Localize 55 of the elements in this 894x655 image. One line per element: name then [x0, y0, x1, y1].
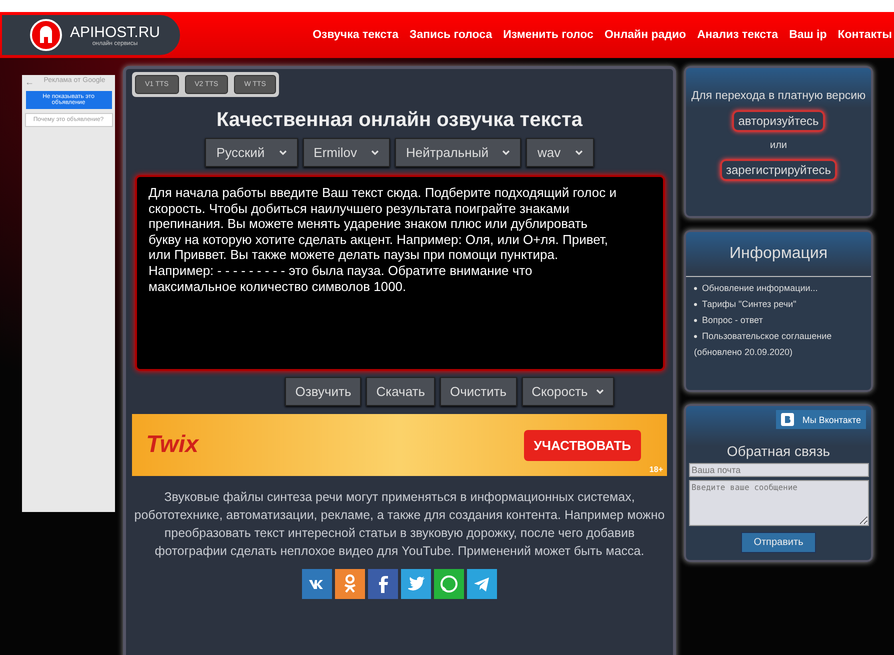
nav-link[interactable]: Запись голоса — [410, 29, 492, 41]
vk-share-icon[interactable] — [302, 568, 332, 598]
info-link[interactable]: Обновление информации... — [702, 283, 818, 293]
nav-link[interactable]: Онлайн радио — [604, 29, 686, 41]
brand-logo: Twix — [146, 431, 198, 459]
speed-dropdown[interactable]: Скорость — [522, 377, 614, 406]
action-button[interactable]: Скачать — [366, 377, 435, 406]
logo-text: APIHOST.RU — [70, 24, 160, 40]
bullet-icon — [694, 318, 697, 322]
nav-link[interactable]: Контакты — [838, 29, 892, 41]
dropdown[interactable]: wav — [526, 138, 594, 167]
nav-link[interactable]: Ваш ip — [789, 29, 827, 41]
participate-button[interactable]: УЧАСТВОВАТЬ — [524, 430, 641, 460]
text-input-field[interactable]: Для начала работы введите Ваш текст сюда. Подберите подходящий голос и скорость. Чтобы добиться наилучшего результата поиграйте знаками препинания. Вы можете менять ударение знаком плюс или дублировать букву на которую хотите сделать акцент. Например: Оля, или О+ля. Привет, или Приввет. Вы также можете делать паузы при помощи пунктира. Например: - - - - - - - - - это была пауза. Обратите внимание что максимальное количество символов 1000. — [134, 175, 664, 371]
chevron-icon — [502, 150, 510, 155]
info-link[interactable]: Вопрос - ответ — [702, 315, 763, 325]
twitter-share-icon[interactable] — [401, 568, 431, 598]
dropdown[interactable]: Нейтральный — [395, 138, 522, 167]
ok-share-icon[interactable] — [335, 568, 365, 598]
bullet-icon — [694, 334, 697, 338]
bullet-icon — [694, 302, 697, 306]
message-field[interactable]: Введите ваше сообщение — [688, 480, 868, 526]
nav-link[interactable]: Изменить голос — [503, 29, 594, 41]
dropdown[interactable]: Русский — [205, 138, 298, 167]
ad-banner[interactable]: Twix УЧАСТВОВАТЬ 18+ — [132, 414, 667, 476]
paid-version-text: Для перехода в платную версию — [691, 90, 866, 102]
send-button[interactable]: Отправить — [740, 532, 816, 553]
nav-link[interactable]: Анализ текста — [697, 29, 778, 41]
login-link[interactable]: авторизуйтесь — [732, 110, 825, 132]
dropdown[interactable]: Ermilov — [302, 138, 390, 167]
description-text: Звуковые файлы синтеза речи могут применяться в информационных системах, робототехнике, автоматизации, рекламе, а также для создания контента. Например можно преобразовать текст интересной статьи в звуковую дорожку, после чего добавив фотографии сделать неплохое видео для YouTube. Применений может быть масса. — [133, 489, 666, 560]
register-link[interactable]: зарегистрируйтесь — [720, 159, 837, 181]
nav-link[interactable]: Озвучка текста — [312, 29, 398, 41]
back-arrow[interactable]: ← — [22, 77, 34, 87]
page-title: Качественная онлайн озвучка текста — [216, 109, 582, 132]
bullet-icon — [694, 286, 697, 290]
info-title: Информация — [730, 245, 828, 263]
email-field[interactable]: Ваша почта — [688, 463, 868, 477]
chevron-icon — [596, 389, 604, 394]
update-note: (обновлено 20.09.2020) — [693, 346, 794, 357]
age-rating: 18+ — [649, 465, 663, 474]
telegram-share-icon[interactable] — [467, 568, 497, 598]
chevron-icon — [278, 150, 287, 155]
or-text: или — [770, 140, 787, 151]
logo-icon — [30, 19, 62, 51]
vk-icon — [781, 413, 794, 426]
vk-button[interactable]: Мы Вконтакте — [776, 410, 866, 429]
info-link[interactable]: Пользовательское соглашение — [702, 331, 832, 341]
chevron-icon — [371, 150, 380, 155]
chevron-icon — [574, 150, 583, 155]
feedback-title: Обратная связь — [726, 443, 830, 459]
info-link[interactable]: Тарифы "Синтез речи" — [702, 299, 796, 309]
action-button[interactable]: Озвучить — [285, 377, 362, 406]
action-button[interactable]: Очистить — [440, 377, 517, 406]
facebook-share-icon[interactable] — [368, 568, 398, 598]
